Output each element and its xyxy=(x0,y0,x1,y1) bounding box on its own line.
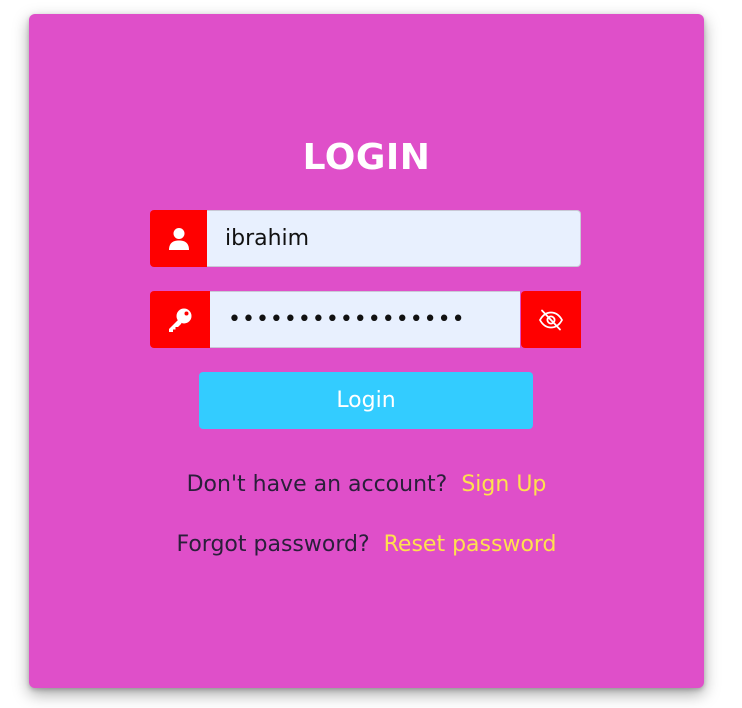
eye-slash-icon[interactable] xyxy=(521,291,581,348)
forgot-password-line: Forgot password? Reset password xyxy=(29,530,704,560)
login-card: LOGIN Login Don't hav xyxy=(29,14,704,688)
signup-prompt: Don't have an account? xyxy=(186,472,448,497)
username-input[interactable] xyxy=(207,210,581,267)
reset-password-link[interactable]: Reset password xyxy=(384,532,557,557)
user-icon xyxy=(150,210,207,267)
forgot-password-prompt: Forgot password? xyxy=(176,532,370,557)
password-input[interactable] xyxy=(210,291,520,348)
password-row xyxy=(150,291,581,348)
signup-link[interactable]: Sign Up xyxy=(461,472,546,497)
signup-line: Don't have an account? Sign Up xyxy=(29,470,704,500)
username-row xyxy=(150,210,581,267)
page-title: LOGIN xyxy=(302,137,431,178)
key-icon xyxy=(150,291,210,348)
login-button[interactable]: Login xyxy=(199,372,533,429)
